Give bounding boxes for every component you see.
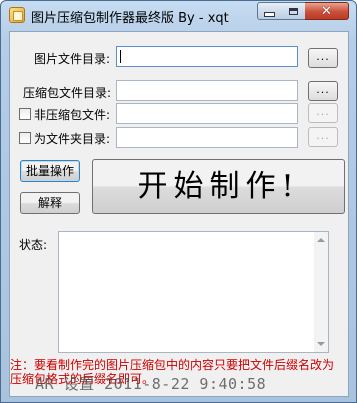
app-window: 图片压缩包制作器最终版 By - xqt ✕ 图片文件目录: ... 压缩包文件… bbox=[0, 0, 357, 403]
extract-button[interactable]: 解释 bbox=[20, 192, 80, 214]
batch-operation-button[interactable]: 批量操作 bbox=[20, 160, 80, 182]
image-dir-input[interactable] bbox=[116, 46, 298, 67]
folder-dir-input[interactable] bbox=[116, 127, 298, 148]
scroll-down-icon[interactable] bbox=[317, 342, 325, 346]
timestamp-overlay: AR 设置 2011-8-22 9:40:58 bbox=[35, 375, 267, 393]
non-archive-input[interactable] bbox=[116, 103, 298, 124]
image-dir-browse-button[interactable]: ... bbox=[308, 48, 338, 68]
scroll-up-icon[interactable] bbox=[317, 238, 325, 242]
archive-file-input[interactable] bbox=[116, 80, 298, 101]
non-archive-checkbox[interactable] bbox=[19, 108, 31, 120]
maximize-button[interactable] bbox=[281, 2, 306, 20]
app-icon bbox=[9, 7, 25, 23]
folder-dir-label: 为文件夹目录: bbox=[34, 132, 111, 146]
status-textarea[interactable] bbox=[58, 231, 329, 353]
archive-file-label: 压缩包文件目录: bbox=[23, 86, 112, 100]
text-caret bbox=[120, 50, 121, 63]
status-label: 状态: bbox=[19, 238, 48, 252]
minimize-icon bbox=[264, 11, 275, 17]
non-archive-browse-button[interactable]: ... bbox=[308, 103, 338, 123]
close-button[interactable]: ✕ bbox=[305, 2, 349, 20]
archive-file-browse-button[interactable]: ... bbox=[308, 81, 338, 101]
client-area: 图片文件目录: ... 压缩包文件目录: ... 非压缩包文件: ... 为文件… bbox=[9, 31, 349, 397]
folder-dir-browse-button[interactable]: ... bbox=[308, 127, 338, 147]
maximize-icon bbox=[288, 7, 298, 15]
minimize-button[interactable] bbox=[257, 2, 282, 20]
close-icon: ✕ bbox=[321, 3, 332, 19]
status-scrollbar[interactable] bbox=[314, 232, 328, 352]
non-archive-label: 非压缩包文件: bbox=[34, 108, 111, 122]
start-button[interactable]: 开始制作! bbox=[92, 159, 345, 214]
folder-dir-checkbox[interactable] bbox=[19, 132, 31, 144]
window-title: 图片压缩包制作器最终版 By - xqt bbox=[31, 11, 229, 26]
title-bar[interactable]: 图片压缩包制作器最终版 By - xqt ✕ bbox=[1, 1, 356, 29]
image-dir-label: 图片文件目录: bbox=[34, 52, 111, 66]
